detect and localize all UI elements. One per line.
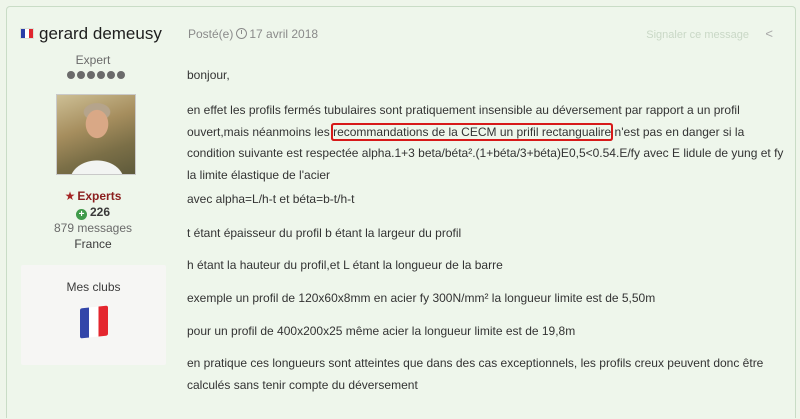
posted-label: Posté(e) [188, 27, 234, 41]
author-country: France [74, 237, 112, 251]
member-group-label: Experts [77, 189, 122, 203]
author-name-row: gerard demeusy [21, 24, 162, 44]
post-date[interactable]: 17 avril 2018 [249, 27, 318, 41]
author-title: Expert [75, 53, 111, 67]
author-panel: gerard demeusy Expert ★ Experts +226 879 … [7, 7, 179, 419]
post-paragraph: pour un profil de 400x200x25 même acier … [187, 324, 576, 338]
author-name-link[interactable]: gerard demeusy [39, 24, 162, 43]
post-meta: Posté(e) 17 avril 2018 [188, 27, 318, 41]
reputation-badge[interactable]: +226 [7, 205, 179, 220]
avatar[interactable] [56, 94, 136, 175]
clubs-title: Mes clubs [66, 280, 121, 294]
star-icon: ★ [64, 189, 76, 203]
message-count: 879 messages [53, 221, 133, 235]
clubs-box: Mes clubs [21, 265, 166, 365]
highlighted-phrase: recommandations de la CECM un prifil rec… [333, 124, 612, 139]
rank-pip [67, 71, 75, 79]
post-paragraph: t étant épaisseur du profil b étant la l… [187, 226, 462, 240]
post-paragraph: exemple un profil de 120x60x8mm en acier… [187, 291, 656, 305]
post-paragraph: bonjour, [187, 68, 230, 82]
clock-icon [236, 28, 248, 39]
report-link[interactable]: Signaler ce message [646, 29, 749, 41]
reputation-count: 226 [89, 205, 111, 219]
post-paragraph: en effet les profils fermés tubulaires s… [187, 100, 787, 186]
post-paragraph: avec alpha=L/h-t et béta=b-t/h-t [187, 192, 355, 206]
rank-pip [107, 71, 115, 79]
rank-pip [77, 71, 85, 79]
rank-pip [117, 71, 125, 79]
share-icon[interactable]: < [765, 26, 773, 41]
rank-pip [87, 71, 95, 79]
rank-pip [97, 71, 105, 79]
post-paragraph: h étant la hauteur du profil,et L étant … [187, 258, 503, 272]
member-group: ★ Experts [7, 189, 179, 203]
france-flag-icon [21, 29, 33, 38]
forum-post: gerard demeusy Expert ★ Experts +226 879 … [6, 6, 796, 418]
plus-circle-icon: + [75, 209, 87, 220]
post-paragraph: en pratique ces longueurs sont atteintes… [187, 356, 764, 392]
club-flag-france[interactable] [80, 305, 108, 339]
rank-pips [67, 71, 125, 79]
